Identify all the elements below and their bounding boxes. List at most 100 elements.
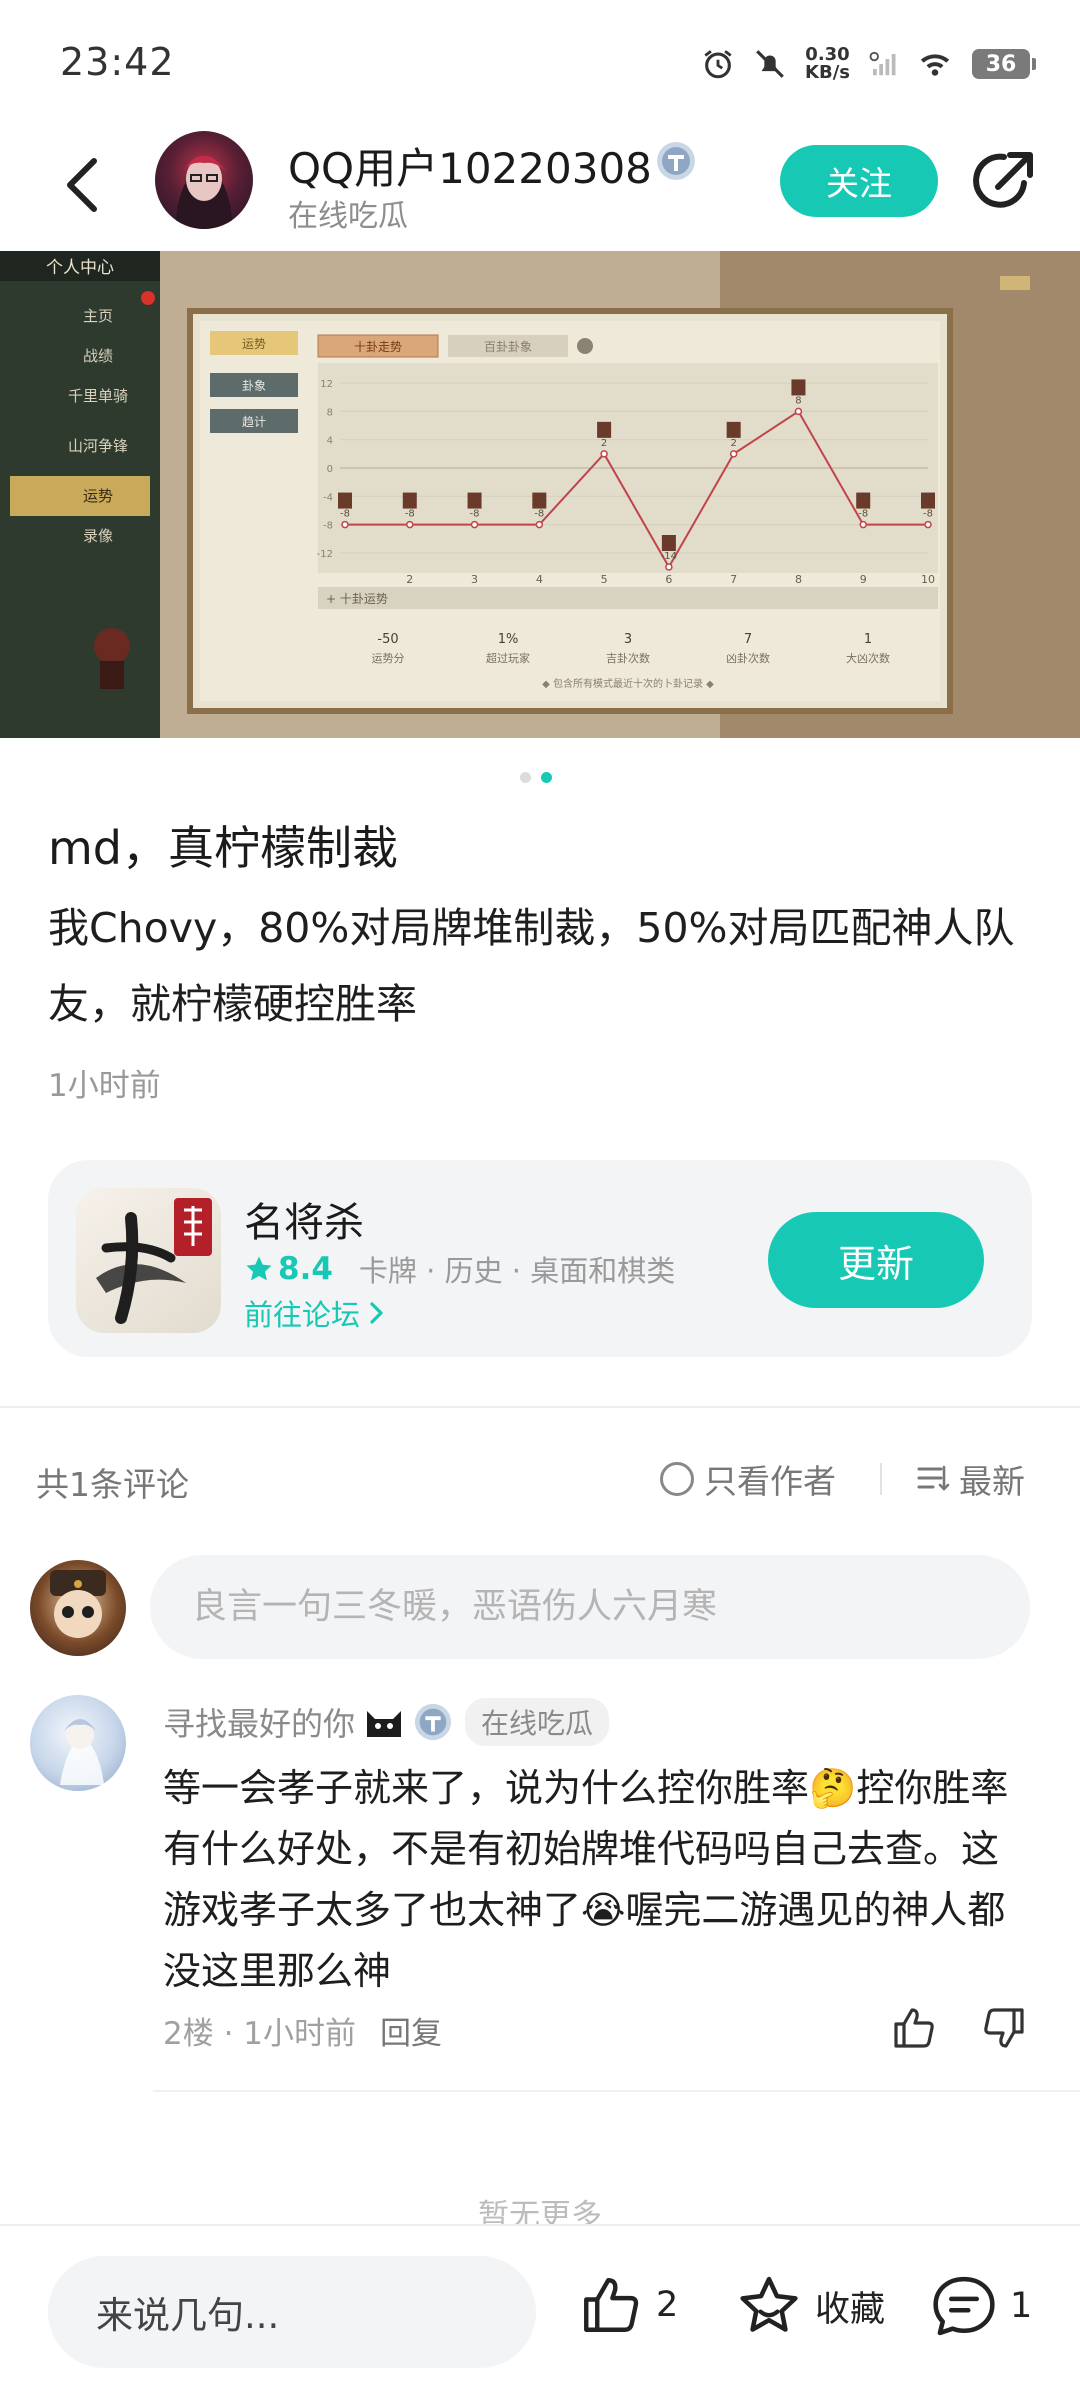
app-name: 名将杀 — [244, 1200, 364, 1246]
summary-stat-value: 3 — [624, 632, 632, 647]
post-body: 我Chovy，80%对局牌堆制裁，50%对局匹配神人队友，就柠檬硬控胜率 — [48, 904, 1015, 1028]
chart-marker — [921, 492, 935, 509]
chart-x-tick: 7 — [730, 573, 737, 586]
chart-data-label: -8 — [405, 509, 415, 520]
chart-x-tick: 4 — [536, 573, 543, 586]
sidebar-item: 千里单骑 — [68, 387, 128, 405]
comment-bubble-icon — [933, 2276, 995, 2336]
chart-point — [406, 520, 414, 529]
comment-footer: 2楼 · 1小时前 回复 — [163, 2008, 442, 2053]
comment-input[interactable] — [150, 1555, 1030, 1659]
chart-point — [859, 520, 867, 529]
chart-y-tick: -8 — [323, 521, 333, 532]
sidebar-item-active: 运势 — [83, 487, 113, 505]
comment-like-button[interactable] — [890, 2004, 938, 2052]
author-avatar[interactable] — [155, 131, 253, 229]
bottom-comment-input[interactable]: 来说几句... — [48, 2256, 536, 2368]
back-button[interactable] — [52, 150, 112, 220]
summary-stat-label: 大凶次数 — [846, 651, 890, 665]
chart-y-tick: 4 — [327, 436, 333, 447]
comment-button[interactable]: 1 — [930, 2272, 1032, 2340]
post-image[interactable]: 个人中心 主页 战绩 千里单骑 山河争锋 运势 录像 运势 卦象 趋计 十卦走势… — [0, 251, 1080, 738]
like-count: 2 — [656, 2285, 679, 2325]
chart-point — [665, 563, 673, 571]
chart-data-label: 2 — [730, 438, 736, 449]
post-title: md，真柠檬制裁 — [48, 821, 399, 875]
status-bar: 23:42 0.30 KB/s 36 — [0, 0, 1080, 125]
chart-y-tick: -12 — [317, 549, 333, 560]
app-icon[interactable] — [76, 1188, 221, 1333]
comment-divider — [153, 2090, 1080, 2092]
chart-x-tick: 8 — [795, 573, 802, 586]
comment-count-bottom: 1 — [1010, 2286, 1033, 2326]
no-sim-icon — [869, 51, 896, 76]
author-status: 在线吃瓜 — [288, 199, 408, 234]
favorite-label: 收藏 — [815, 2289, 886, 2330]
commenter-avatar[interactable] — [30, 1695, 126, 1791]
favorite-button[interactable]: 收藏 — [735, 2272, 885, 2340]
app-tags: 卡牌 · 历史 · 桌面和棋类 — [358, 1254, 676, 1288]
star-icon — [246, 1256, 272, 1281]
summary-stat-label: 运势分 — [372, 652, 405, 665]
update-button[interactable]: 更新 — [768, 1212, 984, 1308]
chart-y-tick: 8 — [327, 407, 333, 418]
summary-stat-value: 1 — [864, 632, 872, 647]
level-badge-icon — [414, 1703, 452, 1741]
chart-tab: 百卦卦象 — [484, 340, 532, 354]
sidebar-title: 个人中心 — [46, 258, 114, 278]
author-name[interactable]: QQ用户10220308 — [288, 135, 652, 196]
commenter-tag: 在线吃瓜 — [465, 1698, 610, 1746]
chart-x-tick: 9 — [860, 573, 867, 586]
like-button[interactable]: 2 — [578, 2272, 678, 2338]
summary-stat-value: 1% — [498, 632, 519, 647]
my-avatar[interactable] — [30, 1560, 126, 1656]
chart-y-tick: 12 — [320, 379, 333, 390]
chart-y-tick: 0 — [327, 464, 333, 475]
commenter-name[interactable]: 寻找最好的你 — [163, 1699, 355, 1745]
star-outline-icon — [740, 2276, 798, 2332]
chart-x-tick: 3 — [471, 573, 478, 586]
chart-y-tick: -4 — [323, 492, 333, 503]
post-time: 1小时前 — [48, 1068, 161, 1104]
chart-marker — [726, 421, 741, 438]
comment-meta: 2楼 · 1小时前 — [163, 2016, 357, 2052]
share-button[interactable] — [968, 147, 1038, 217]
summary-stat-label: 凶卦次数 — [726, 651, 770, 665]
chart-point — [470, 520, 479, 529]
app-card[interactable]: 名将杀 8.4 卡牌 · 历史 · 桌面和棋类 前往论坛 更新 — [48, 1160, 1032, 1357]
chart-data-label: -8 — [470, 509, 480, 520]
thumb-up-icon — [894, 2008, 934, 2048]
chart-x-tick: 5 — [601, 573, 608, 586]
comment-dislike-button[interactable] — [980, 2004, 1028, 2052]
sidebar-item: 录像 — [83, 527, 113, 545]
sidebar-item: 山河争锋 — [68, 437, 128, 455]
chart-point — [535, 520, 544, 529]
carousel-indicator — [520, 772, 552, 783]
game-screenshot: 个人中心 主页 战绩 千里单骑 山河争锋 运势 录像 运势 卦象 趋计 十卦走势… — [0, 251, 1080, 738]
share-icon — [973, 152, 1033, 208]
chart-data-label: 2 — [601, 438, 607, 449]
author-only-toggle[interactable]: 只看作者 — [660, 1455, 836, 1503]
commenter-info: 寻找最好的你 在线吃瓜 — [163, 1698, 610, 1746]
forum-link[interactable]: 前往论坛 — [244, 1292, 388, 1334]
alarm-icon — [704, 50, 732, 79]
follow-button[interactable]: 关注 — [780, 145, 938, 217]
summary-title: + 十卦运势 — [326, 592, 388, 606]
chevron-right-icon — [370, 1302, 383, 1324]
thumb-down-icon — [984, 2008, 1024, 2048]
carousel-dot[interactable] — [520, 772, 531, 783]
chart-x-tick: 10 — [921, 573, 935, 586]
reply-button[interactable]: 回复 — [380, 2008, 442, 2053]
carousel-dot-active[interactable] — [541, 772, 552, 783]
chart-data-label: -8 — [534, 509, 544, 520]
chart-x-tick: 6 — [665, 573, 672, 586]
level-badge-icon — [657, 142, 695, 180]
status-icons: 0.30 KB/s 36 — [701, 40, 1036, 88]
wifi-icon — [920, 54, 950, 76]
sidebar-item: 主页 — [83, 307, 113, 325]
summary-stat-value: 7 — [744, 632, 752, 647]
chart-x-tick: 2 — [406, 573, 413, 586]
sort-button[interactable]: 最新 — [915, 1455, 1025, 1503]
chart-marker — [338, 492, 352, 509]
net-speed: 0.30 KB/s — [805, 44, 850, 83]
